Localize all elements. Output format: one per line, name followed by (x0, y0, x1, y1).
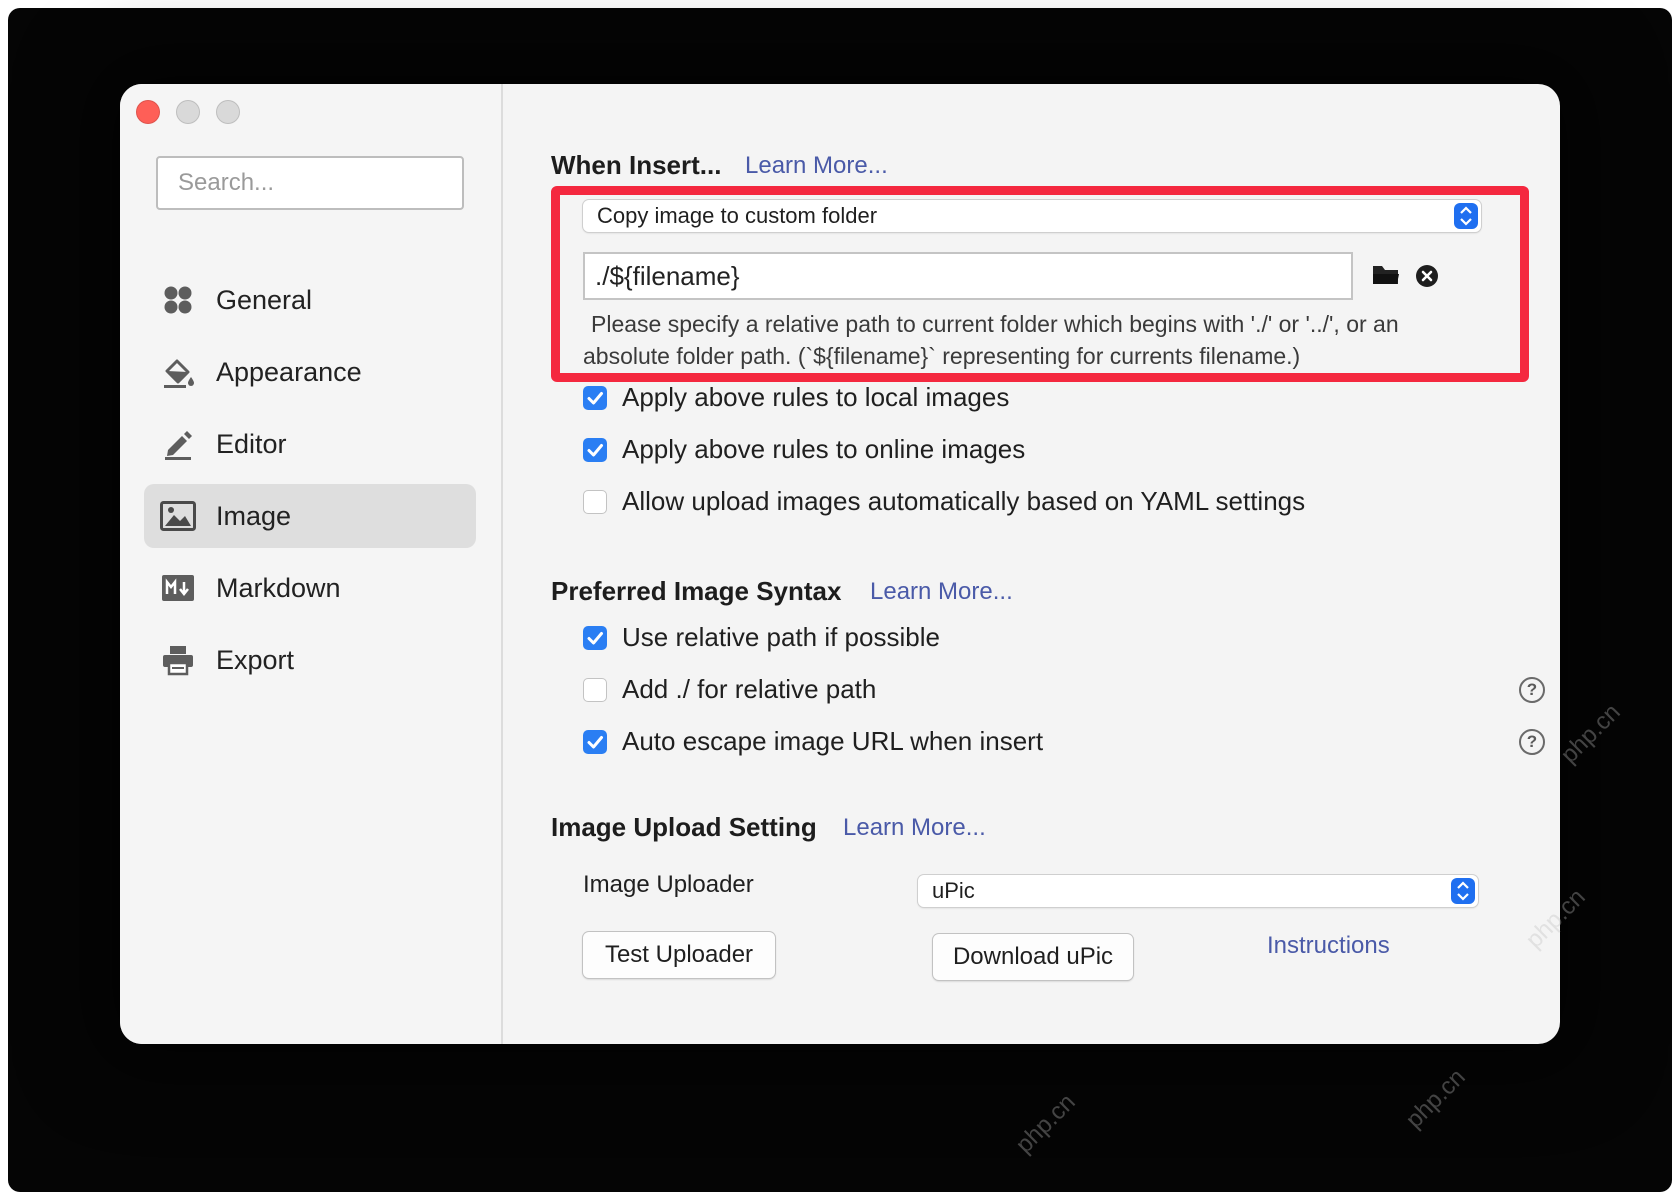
auto-escape-checkbox[interactable] (583, 730, 607, 754)
image-uploader-label: Image Uploader (583, 871, 754, 898)
sidebar-item-editor[interactable]: Editor (144, 412, 476, 476)
download-upic-button[interactable]: Download uPic (933, 934, 1133, 980)
clear-path-icon[interactable] (1415, 264, 1439, 288)
image-settings-pane: When Insert... Learn More... Copy image … (503, 84, 1560, 1044)
search-input[interactable] (156, 156, 464, 210)
help-icon[interactable]: ? (1519, 729, 1545, 755)
yaml-upload-checkbox[interactable] (583, 490, 607, 514)
path-hint-line2: absolute folder path. (`${filename}` rep… (583, 343, 1301, 369)
custom-folder-path-input[interactable] (583, 252, 1353, 300)
image-uploader-select[interactable]: uPic (918, 875, 1478, 907)
sidebar-item-label: Appearance (216, 356, 362, 387)
select-arrows-icon (1454, 203, 1478, 229)
paint-bucket-icon (160, 354, 196, 390)
relative-path-label: Use relative path if possible (622, 622, 940, 652)
upload-title: Image Upload Setting (551, 812, 817, 842)
preferences-window: General Appearance Editor Image Markdown (120, 84, 1560, 1044)
image-icon (160, 498, 196, 534)
close-window-button[interactable] (136, 100, 160, 124)
apply-local-label: Apply above rules to local images (622, 382, 1010, 412)
relative-path-checkbox[interactable] (583, 626, 607, 650)
sidebar-item-export[interactable]: Export (144, 628, 476, 692)
grid-icon (160, 282, 196, 318)
test-uploader-button[interactable]: Test Uploader (583, 932, 775, 978)
add-dot-slash-label: Add ./ for relative path (622, 674, 877, 704)
insert-action-value: Copy image to custom folder (597, 203, 878, 228)
sidebar-item-general[interactable]: General (144, 268, 476, 332)
image-uploader-value: uPic (932, 878, 975, 903)
apply-local-checkbox[interactable] (583, 386, 607, 410)
sidebar: General Appearance Editor Image Markdown (120, 84, 503, 1044)
auto-escape-label: Auto escape image URL when insert (622, 726, 1044, 756)
path-hint-line1: Please specify a relative path to curren… (591, 311, 1399, 337)
sidebar-item-image[interactable]: Image (144, 484, 476, 548)
apply-online-checkbox[interactable] (583, 438, 607, 462)
sidebar-item-appearance[interactable]: Appearance (144, 340, 476, 404)
upload-learn-more-link[interactable]: Learn More... (843, 814, 986, 842)
sidebar-item-label: Editor (216, 428, 287, 459)
zoom-window-button[interactable] (216, 100, 240, 124)
minimize-window-button[interactable] (176, 100, 200, 124)
printer-icon (160, 642, 196, 678)
sidebar-item-label: Markdown (216, 572, 341, 603)
when-insert-title: When Insert... (551, 150, 722, 180)
add-dot-slash-checkbox[interactable] (583, 678, 607, 702)
help-icon[interactable]: ? (1519, 677, 1545, 703)
folder-icon[interactable] (1371, 262, 1401, 288)
sidebar-item-label: General (216, 284, 313, 315)
yaml-upload-label: Allow upload images automatically based … (622, 486, 1306, 516)
apply-online-label: Apply above rules to online images (622, 434, 1026, 464)
syntax-title: Preferred Image Syntax (551, 576, 842, 606)
syntax-learn-more-link[interactable]: Learn More... (870, 578, 1013, 606)
when-insert-learn-more-link[interactable]: Learn More... (745, 152, 888, 180)
insert-action-select[interactable]: Copy image to custom folder (583, 200, 1481, 232)
sidebar-item-label: Image (216, 500, 292, 531)
instructions-link[interactable]: Instructions (1267, 932, 1390, 960)
sidebar-item-markdown[interactable]: Markdown (144, 556, 476, 620)
markdown-icon (160, 570, 196, 606)
sidebar-item-label: Export (216, 644, 295, 675)
pencil-icon (160, 426, 196, 462)
select-arrows-icon (1451, 878, 1475, 904)
